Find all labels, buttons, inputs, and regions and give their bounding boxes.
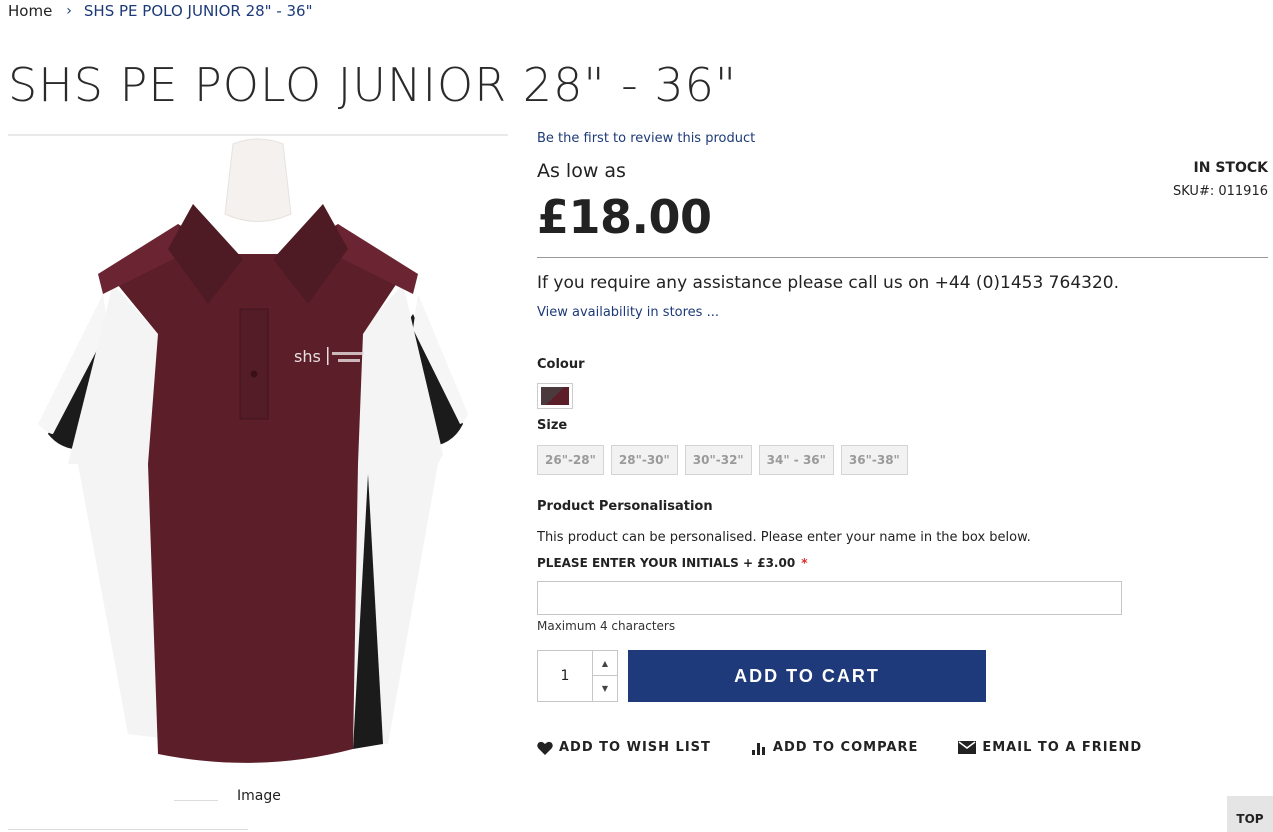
sku-value: 011916	[1218, 184, 1268, 199]
initials-label-text: PLEASE ENTER YOUR INITIALS + £3.00	[537, 556, 796, 570]
quantity-stepper: 1 ▲ ▼	[537, 650, 618, 702]
product-actions: ADD TO WISH LIST ADD TO COMPARE EMAIL TO…	[537, 740, 1142, 755]
envelope-icon	[958, 741, 977, 754]
wishlist-label: ADD TO WISH LIST	[559, 740, 711, 755]
initials-field-label: PLEASE ENTER YOUR INITIALS + £3.00 *	[537, 556, 807, 570]
colour-swatch-fill	[541, 387, 569, 405]
product-price: £18.00	[537, 190, 712, 244]
size-option[interactable]: 34" - 36"	[758, 445, 834, 475]
add-to-compare-link[interactable]: ADD TO COMPARE	[751, 740, 918, 755]
chevron-down-icon: ▼	[601, 684, 609, 693]
breadcrumb-home-link[interactable]: Home	[8, 2, 52, 20]
size-label: Size	[537, 418, 568, 433]
quantity-decrease-button[interactable]: ▼	[592, 676, 617, 701]
compare-label: ADD TO COMPARE	[772, 740, 919, 755]
personalisation-description: This product can be personalised. Please…	[537, 530, 1031, 545]
email-label: EMAIL TO A FRIEND	[982, 740, 1143, 755]
breadcrumb-current: SHS PE POLO JUNIOR 28" - 36"	[83, 2, 313, 20]
product-image: shs	[38, 138, 468, 763]
quantity-input[interactable]: 1	[538, 651, 592, 701]
back-to-top-button[interactable]: TOP	[1227, 796, 1273, 832]
size-option[interactable]: 28"-30"	[610, 445, 678, 475]
gallery-bottom-divider	[8, 829, 248, 830]
svg-text:shs: shs	[294, 347, 321, 366]
heart-icon	[537, 741, 553, 755]
email-friend-link[interactable]: EMAIL TO A FRIEND	[958, 740, 1142, 755]
assistance-text: If you require any assistance please cal…	[537, 273, 1119, 293]
initials-input[interactable]	[537, 581, 1122, 615]
image-caption: Image	[237, 788, 281, 804]
personalisation-title: Product Personalisation	[537, 499, 713, 514]
page-title: SHS PE POLO JUNIOR 28" - 36"	[8, 58, 738, 112]
price-divider	[537, 257, 1268, 258]
size-option[interactable]: 36"-38"	[840, 445, 908, 475]
gallery-thumb-divider	[174, 800, 218, 801]
colour-label: Colour	[537, 357, 585, 372]
product-image-gallery[interactable]: shs	[8, 134, 508, 774]
breadcrumb-separator: ›	[66, 3, 72, 19]
sku-label: SKU#:	[1173, 184, 1215, 199]
stock-status: IN STOCK	[1193, 160, 1268, 176]
colour-swatch-maroon[interactable]	[537, 383, 573, 409]
breadcrumb: Home › SHS PE POLO JUNIOR 28" - 36"	[8, 2, 313, 20]
required-marker: *	[801, 556, 808, 570]
chevron-up-icon: ▲	[601, 658, 609, 668]
review-link[interactable]: Be the first to review this product	[537, 131, 755, 146]
size-options: 26"-28" 28"-30" 30"-32" 34" - 36" 36"-38…	[537, 445, 908, 475]
size-option[interactable]: 26"-28"	[537, 445, 604, 475]
bar-chart-icon	[751, 742, 765, 755]
add-to-cart-button[interactable]: ADD TO CART	[628, 650, 986, 702]
quantity-increase-button[interactable]: ▲	[592, 651, 617, 676]
max-characters-note: Maximum 4 characters	[537, 619, 676, 633]
availability-link[interactable]: View availability in stores ...	[537, 305, 719, 320]
size-option[interactable]: 30"-32"	[684, 445, 752, 475]
add-to-wishlist-link[interactable]: ADD TO WISH LIST	[537, 740, 711, 755]
price-prefix: As low as	[537, 160, 626, 182]
sku: SKU#: 011916	[1173, 184, 1268, 199]
